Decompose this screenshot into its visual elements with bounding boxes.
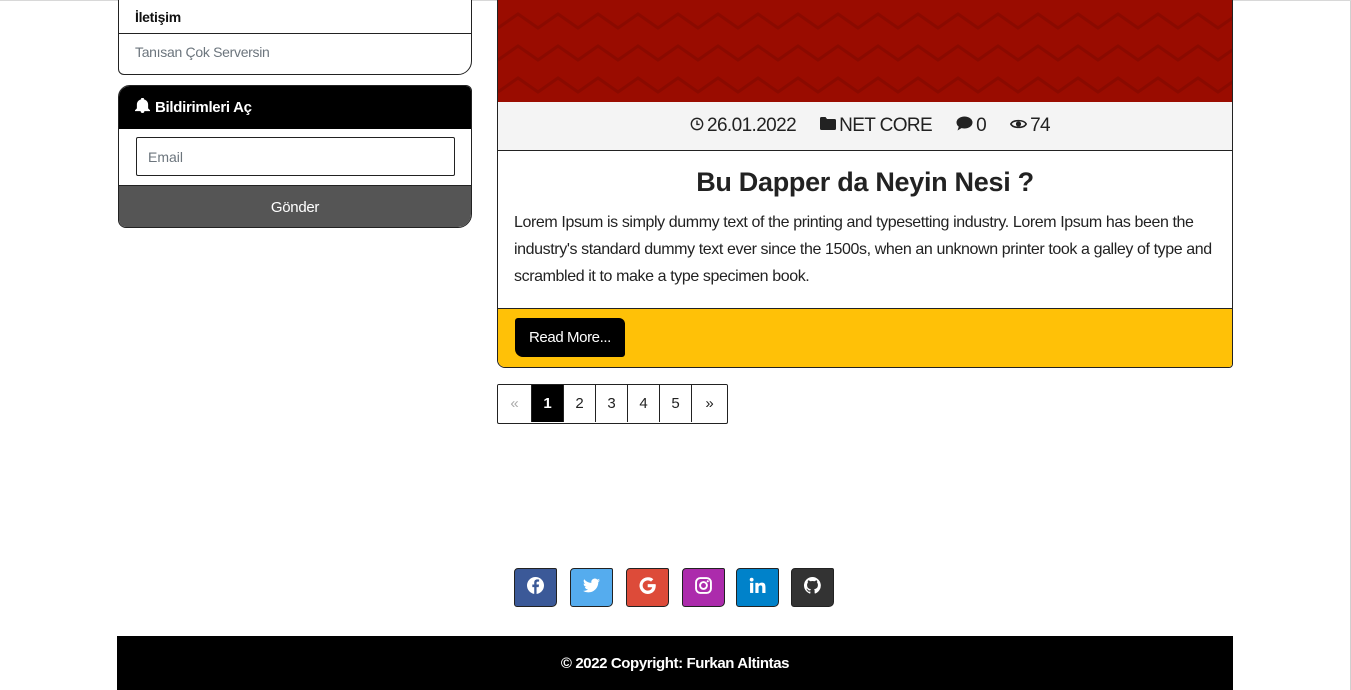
notification-card-body [119,129,471,185]
copyright-text: © 2022 Copyright: Furkan Altintas [560,655,790,672]
pagination-page-5[interactable]: 5 [660,385,692,422]
linkedin-icon [749,577,766,599]
pagination: « 1 2 3 4 5 » [497,384,728,424]
post-cover-image[interactable] [498,0,1232,102]
facebook-icon [527,576,544,599]
social-links [514,568,834,607]
sidebar-item-label: İletişim [135,9,181,25]
twitter-icon [583,577,600,599]
post-card-footer: Read More... [498,309,1232,367]
notification-card-title: Bildirimleri Aç [155,99,252,116]
instagram-button[interactable] [682,568,725,607]
post-title[interactable]: Bu Dapper da Neyin Nesi ? [498,167,1232,198]
send-button[interactable]: Gönder [119,185,471,227]
github-icon [803,576,821,599]
post-date: 26.01.2022 [690,115,797,137]
blog-post-card: 26.01.2022 NET CORE 0 74 Bu Dapper da Ne… [497,0,1233,368]
post-excerpt: Lorem Ipsum is simply dummy text of the … [498,198,1232,309]
post-view-count: 74 [1009,115,1051,137]
sidebar-item-iletisim[interactable]: İletişim [119,0,471,34]
page-footer: © 2022 Copyright: Furkan Altintas [117,636,1233,690]
clock-icon [690,117,704,136]
post-comment-count-text: 0 [976,115,987,136]
google-icon [639,576,656,599]
google-button[interactable] [626,568,669,607]
pagination-prev[interactable]: « [498,385,532,422]
sidebar-item-label: Tanısan Çok Serversin [135,44,270,60]
github-button[interactable] [791,568,834,607]
folder-icon [820,117,837,135]
notification-card-header: Bildirimleri Aç [119,86,471,129]
read-more-button[interactable]: Read More... [515,318,625,357]
pagination-page-1[interactable]: 1 [532,385,564,422]
pagination-page-3[interactable]: 3 [596,385,628,422]
post-category-text: NET CORE [839,115,933,136]
sidebar-item-tanisan[interactable]: Tanısan Çok Serversin [119,34,471,71]
post-meta-bar: 26.01.2022 NET CORE 0 74 [498,102,1232,151]
linkedin-button[interactable] [736,568,779,607]
comment-icon [956,116,973,136]
post-view-count-text: 74 [1030,115,1051,136]
post-date-text: 26.01.2022 [706,115,797,136]
instagram-icon [695,576,712,599]
sidebar-menu-card: İletişim Tanısan Çok Serversin [118,0,472,75]
bell-icon [135,97,150,117]
post-category[interactable]: NET CORE [820,115,933,137]
facebook-button[interactable] [514,568,557,607]
email-field[interactable] [136,137,455,176]
post-comment-count: 0 [956,115,987,137]
notification-subscribe-card: Bildirimleri Aç Gönder [118,85,472,228]
eye-icon [1009,117,1028,135]
pagination-next[interactable]: » [692,385,727,422]
pagination-page-2[interactable]: 2 [564,385,596,422]
twitter-button[interactable] [570,568,613,607]
pagination-page-4[interactable]: 4 [628,385,660,422]
